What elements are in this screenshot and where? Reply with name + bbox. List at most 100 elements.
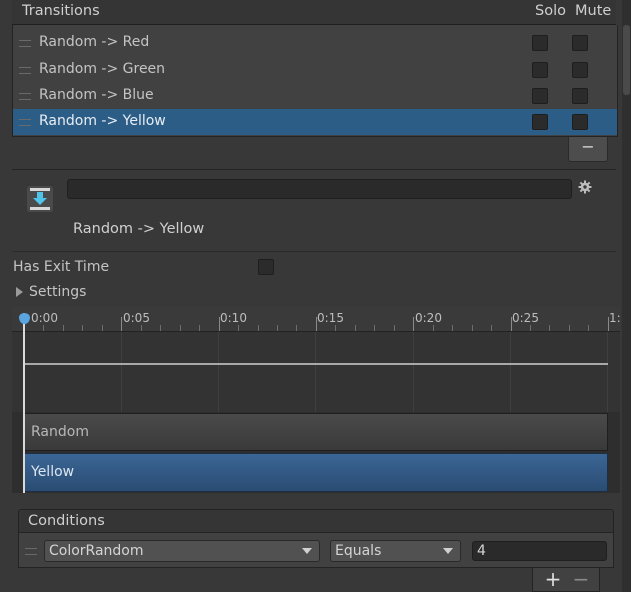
transition-row[interactable]: Random -> Blue	[13, 83, 617, 109]
ruler-tick	[588, 325, 589, 331]
condition-value-input[interactable]: 4	[472, 541, 607, 561]
solo-column-header: Solo	[535, 3, 566, 19]
transition-icon	[27, 186, 53, 212]
transition-label: Random -> Red	[39, 34, 150, 50]
solo-checkbox[interactable]	[532, 114, 548, 130]
transitions-header: Transitions Solo Mute	[12, 0, 616, 25]
ruler-tick	[160, 325, 161, 331]
ruler-tick	[258, 325, 259, 331]
grid-line	[413, 332, 414, 412]
conditions-title: Conditions	[28, 513, 105, 529]
add-condition-button[interactable]: +	[543, 568, 563, 590]
transition-timeline[interactable]: 0:00 0:05 0:10 0:15 0:20 0:25 1: Random …	[12, 307, 620, 493]
ruler-tick	[102, 325, 103, 331]
conditions-footer: + −	[532, 568, 600, 592]
ruler-tick	[316, 317, 317, 331]
drag-handle-icon[interactable]	[25, 548, 37, 555]
mute-checkbox[interactable]	[572, 114, 588, 130]
remove-transition-button[interactable]: −	[568, 137, 608, 162]
parameter-dropdown[interactable]: ColorRandom	[44, 540, 320, 562]
ruler-tick	[433, 325, 434, 331]
ruler-tick	[355, 325, 356, 331]
grid-line	[510, 332, 511, 412]
drag-handle-icon[interactable]	[19, 119, 31, 126]
gear-icon[interactable]	[578, 180, 592, 194]
tick-label: 0:00	[31, 311, 58, 325]
transition-curve-line	[24, 363, 608, 365]
grid-line	[218, 332, 219, 412]
transition-name-field[interactable]	[67, 179, 572, 199]
ruler-tick	[511, 317, 512, 331]
transitions-title: Transitions	[22, 3, 100, 19]
transition-label: Random -> Blue	[39, 87, 154, 103]
tick-label: 1:	[609, 311, 620, 325]
transitions-list: Random -> Red Random -> Green Random -> …	[12, 25, 618, 137]
source-state-bar[interactable]: Random	[24, 413, 608, 451]
source-state-label: Random	[31, 424, 89, 440]
mute-checkbox[interactable]	[572, 88, 588, 104]
ruler-tick	[121, 317, 122, 331]
drag-handle-icon[interactable]	[19, 67, 31, 74]
divider	[12, 169, 616, 170]
transition-subtitle: Random -> Yellow	[73, 221, 205, 237]
chevron-down-icon	[302, 548, 312, 554]
ruler-tick	[63, 325, 64, 331]
condition-row: ColorRandom Equals 4	[18, 533, 614, 568]
ruler-tick	[82, 325, 83, 331]
ruler-tick	[296, 325, 297, 331]
settings-foldout-arrow-icon[interactable]	[16, 287, 23, 297]
ruler-tick	[549, 325, 550, 331]
mute-checkbox[interactable]	[572, 35, 588, 51]
ruler-tick	[472, 325, 473, 331]
tick-label: 0:15	[317, 311, 344, 325]
solo-checkbox[interactable]	[532, 62, 548, 78]
transition-row[interactable]: Random -> Green	[13, 57, 617, 83]
time-ruler[interactable]: 0:00 0:05 0:10 0:15 0:20 0:25 1:	[12, 307, 620, 332]
ruler-tick	[394, 325, 395, 331]
mute-column-header: Mute	[575, 3, 612, 19]
ruler-tick	[238, 325, 239, 331]
settings-foldout-label[interactable]: Settings	[29, 284, 86, 300]
has-exit-time-checkbox[interactable]	[258, 259, 274, 275]
destination-state-label: Yellow	[31, 464, 75, 480]
drag-handle-icon[interactable]	[19, 40, 31, 47]
ruler-tick	[413, 317, 414, 331]
parameter-value: ColorRandom	[49, 543, 144, 559]
ruler-tick	[452, 325, 453, 331]
destination-state-bar[interactable]: Yellow	[24, 453, 608, 492]
ruler-tick	[491, 325, 492, 331]
tick-label: 0:25	[512, 311, 539, 325]
divider	[12, 251, 616, 252]
tick-label: 0:05	[123, 311, 150, 325]
timeline-track-area	[12, 332, 620, 412]
solo-checkbox[interactable]	[532, 35, 548, 51]
transition-row-selected[interactable]: Random -> Yellow	[13, 109, 617, 135]
ruler-tick	[141, 325, 142, 331]
drag-handle-icon[interactable]	[19, 93, 31, 100]
grid-line	[315, 332, 316, 412]
chevron-down-icon	[443, 548, 453, 554]
solo-checkbox[interactable]	[532, 88, 548, 104]
grid-line	[121, 332, 122, 412]
transition-row[interactable]: Random -> Red	[13, 30, 617, 56]
remove-condition-button[interactable]: −	[571, 568, 591, 590]
operator-value: Equals	[335, 543, 382, 559]
scrollbar-thumb[interactable]	[623, 25, 630, 95]
mute-checkbox[interactable]	[572, 62, 588, 78]
transition-label: Random -> Green	[39, 61, 166, 77]
tick-label: 0:10	[220, 311, 247, 325]
ruler-tick	[180, 325, 181, 331]
ruler-tick	[569, 325, 570, 331]
ruler-tick	[335, 325, 336, 331]
tick-label: 0:20	[415, 311, 442, 325]
playhead-line[interactable]	[23, 313, 25, 493]
ruler-tick	[277, 325, 278, 331]
has-exit-time-label: Has Exit Time	[13, 259, 110, 275]
operator-dropdown[interactable]: Equals	[330, 540, 461, 562]
transition-label: Random -> Yellow	[39, 113, 166, 129]
ruler-tick	[43, 325, 44, 331]
grid-line	[607, 332, 608, 412]
ruler-tick	[219, 317, 220, 331]
ruler-tick	[530, 325, 531, 331]
ruler-tick	[608, 317, 609, 331]
